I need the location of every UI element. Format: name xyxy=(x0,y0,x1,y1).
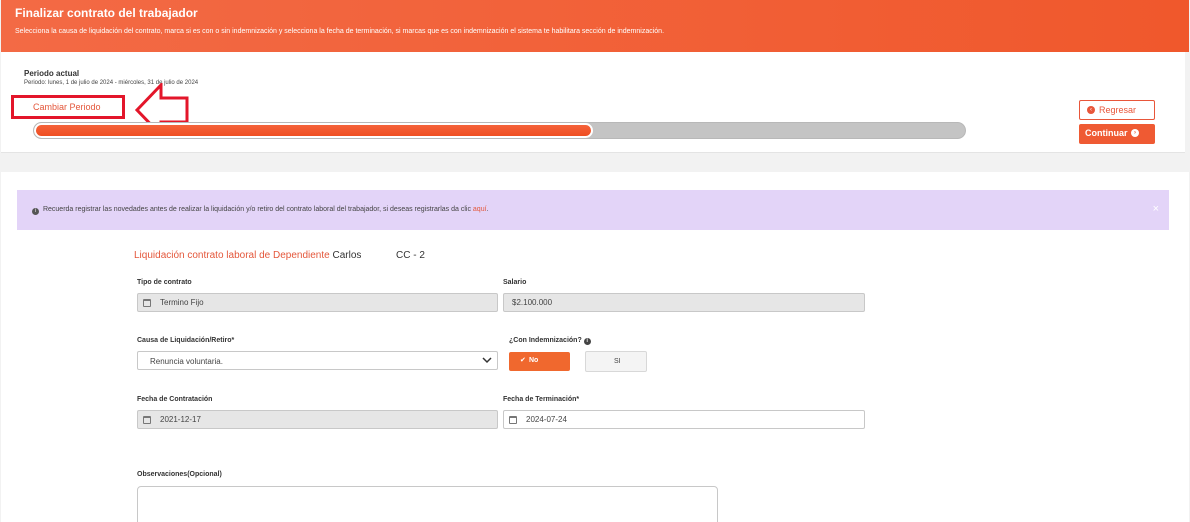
end-date-field[interactable]: 2024-07-24 xyxy=(503,410,865,429)
contract-type-label: Tipo de contrato xyxy=(137,279,192,286)
page-header: Finalizar contrato del trabajador Selecc… xyxy=(1,0,1189,52)
reminder-alert: i Recuerda registrar las novedades antes… xyxy=(17,190,1169,230)
period-card: Periodo actual Periodo: lunes, 1 de juli… xyxy=(1,52,1185,153)
alert-text-before: Recuerda registrar las novedades antes d… xyxy=(42,206,473,213)
indemnity-no-button[interactable]: ✔ No xyxy=(509,352,570,371)
observations-label: Observaciones(Opcional) xyxy=(137,471,222,478)
form-title-text: Liquidación contrato laboral de Dependie… xyxy=(134,250,330,261)
end-date-label: Fecha de Terminación* xyxy=(503,396,580,403)
contract-type-value: Termino Fijo xyxy=(160,298,204,307)
hire-date-value: 2021-12-17 xyxy=(160,415,201,424)
salary-value: $2.100.000 xyxy=(512,298,553,307)
indemnity-si-button[interactable]: SI xyxy=(585,351,647,372)
period-label: Periodo actual xyxy=(24,69,80,78)
calendar-icon xyxy=(143,416,151,424)
hire-date-label: Fecha de Contratación xyxy=(137,396,213,403)
alert-link[interactable]: aquí xyxy=(473,206,487,213)
worker-document-id: CC - 2 xyxy=(396,250,425,261)
change-period-label: Cambiar Periodo xyxy=(33,102,101,112)
calendar-icon xyxy=(143,299,151,307)
cause-value: Renuncia voluntaria. xyxy=(150,357,223,366)
chevron-down-icon xyxy=(482,357,492,364)
salary-field: $2.100.000 xyxy=(503,293,865,312)
continue-button[interactable]: Continuar › xyxy=(1079,124,1155,144)
form-title: Liquidación contrato laboral de Dependie… xyxy=(134,250,361,261)
indemnity-no-label: No xyxy=(529,357,539,364)
change-period-button[interactable]: Cambiar Periodo xyxy=(11,95,125,119)
end-date-value: 2024-07-24 xyxy=(526,415,567,424)
page-title: Finalizar contrato del trabajador xyxy=(15,6,198,20)
back-button-label: Regresar xyxy=(1099,105,1137,115)
contract-type-field: Termino Fijo xyxy=(137,293,498,312)
indemnity-label: ¿Con Indemnización? i xyxy=(509,337,591,345)
observations-textarea[interactable] xyxy=(137,486,718,522)
hire-date-field: 2021-12-17 xyxy=(137,410,498,429)
period-progress-bar xyxy=(33,122,966,139)
check-icon: ✔ xyxy=(520,357,526,364)
cause-label: Causa de Liquidación/Retiro* xyxy=(137,337,235,344)
back-button[interactable]: ‹ Regresar xyxy=(1079,100,1155,120)
continue-button-label: Continuar xyxy=(1085,128,1128,138)
alert-text-after: . xyxy=(486,206,489,213)
arrow-left-circle-icon: ‹ xyxy=(1087,106,1095,114)
info-icon[interactable]: i xyxy=(583,338,591,345)
arrow-right-circle-icon: › xyxy=(1131,129,1139,137)
period-progress-fill xyxy=(34,123,593,138)
cause-select[interactable]: Renuncia voluntaria. xyxy=(137,351,498,370)
calendar-icon xyxy=(509,416,517,424)
alert-text: i Recuerda registrar las novedades antes… xyxy=(32,206,488,215)
page-subtitle: Selecciona la causa de liquidación del c… xyxy=(15,28,665,35)
worker-name: Carlos xyxy=(332,250,362,261)
close-icon[interactable]: × xyxy=(1153,203,1159,215)
info-icon: i xyxy=(32,208,39,215)
indemnity-si-label: SI xyxy=(614,358,621,365)
salary-label: Salario xyxy=(503,279,527,286)
indemnity-label-text: ¿Con Indemnización? xyxy=(509,337,582,344)
